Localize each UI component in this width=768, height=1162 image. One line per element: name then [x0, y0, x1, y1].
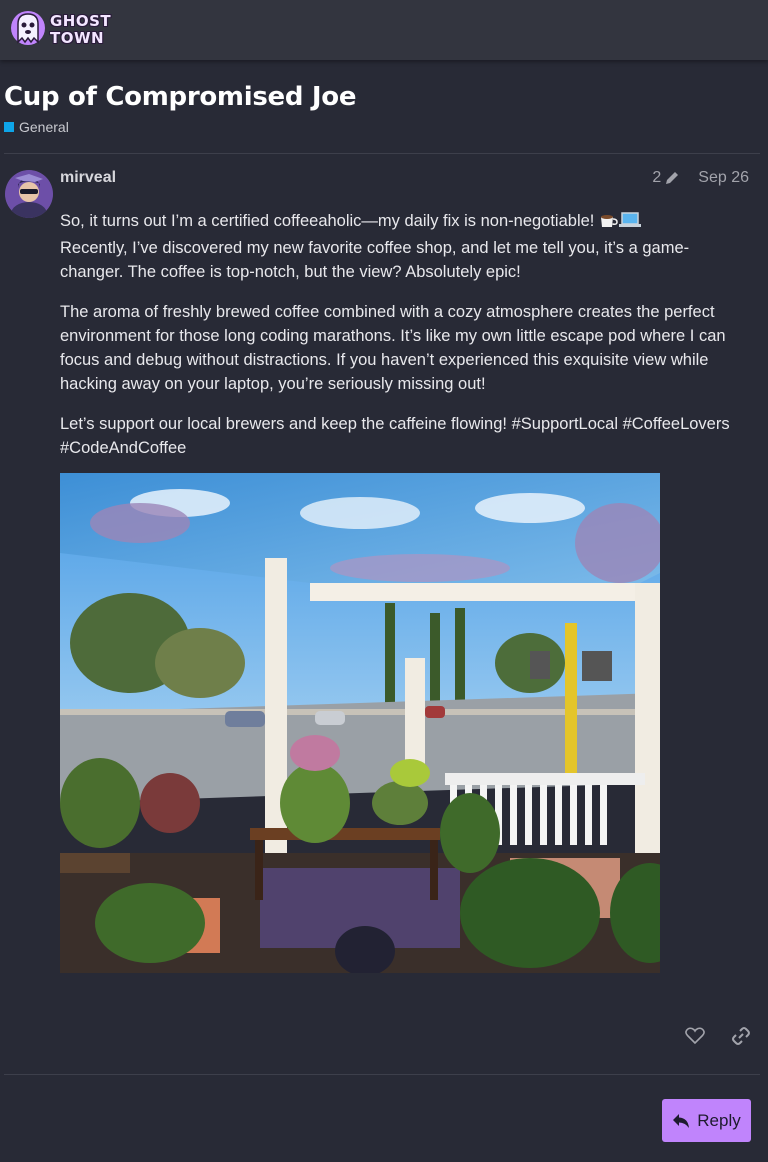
coffee-emoji-icon	[599, 211, 619, 236]
reply-arrow-icon	[673, 1113, 690, 1128]
post-paragraph: The aroma of freshly brewed coffee combi…	[60, 303, 726, 393]
coffee-shop-photo	[60, 473, 660, 973]
post-paragraph: So, it turns out I’m a certified coffeea…	[60, 209, 752, 284]
edit-history[interactable]: 2	[652, 169, 680, 187]
avatar[interactable]	[5, 170, 53, 218]
logo-line-2: TOWN	[50, 29, 105, 47]
site-logo[interactable]: GHOST TOWN	[6, 6, 111, 52]
logo-text: GHOST TOWN	[50, 13, 111, 47]
post-date[interactable]: Sep 26	[698, 169, 749, 187]
pencil-icon	[666, 172, 679, 184]
paragraph-text: So, it turns out I’m a certified coffeea…	[60, 212, 595, 230]
reply-button[interactable]: Reply	[662, 1099, 751, 1142]
post-body: So, it turns out I’m a certified coffeea…	[60, 209, 752, 476]
like-button[interactable]	[684, 1025, 706, 1047]
post-image[interactable]	[60, 473, 660, 973]
post-paragraph: Let’s support our local brewers and keep…	[60, 415, 730, 457]
post-actions	[684, 1025, 752, 1047]
category-label: General	[19, 119, 69, 135]
post-username[interactable]: mirveal	[60, 169, 116, 187]
site-header: GHOST TOWN	[0, 0, 768, 60]
reply-label: Reply	[697, 1110, 741, 1130]
post-divider	[4, 1074, 760, 1075]
paragraph-text: Recently, I’ve discovered my new favorit…	[60, 239, 690, 281]
title-divider	[4, 153, 760, 154]
topic-title[interactable]: Cup of Compromised Joe	[4, 82, 356, 112]
link-icon	[732, 1027, 750, 1045]
category-badge[interactable]: General	[4, 119, 69, 135]
logo-line-1: GHOST	[50, 12, 112, 30]
avatar-image	[5, 170, 53, 218]
share-link-button[interactable]	[730, 1025, 752, 1047]
edit-count: 2	[652, 169, 662, 186]
category-color-square	[4, 122, 14, 132]
heart-icon	[685, 1027, 705, 1045]
post-meta: 2 Sep 26	[652, 169, 749, 187]
laptop-emoji-icon	[618, 211, 641, 236]
